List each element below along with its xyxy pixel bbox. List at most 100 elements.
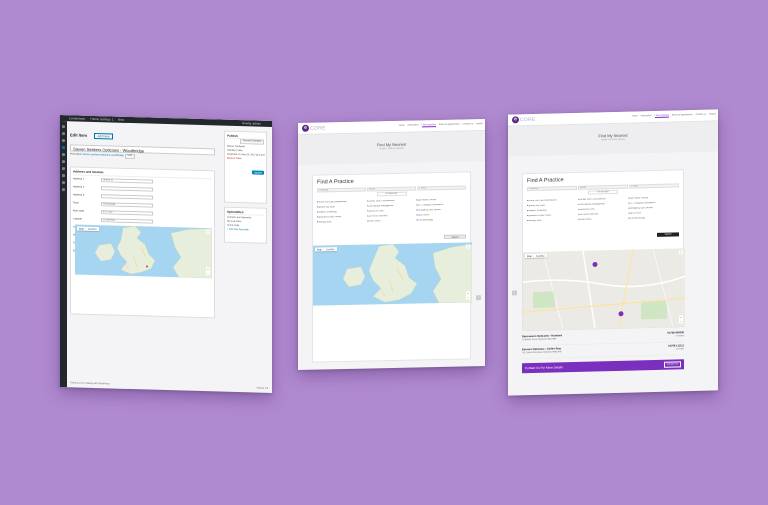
search-button[interactable]: Search	[444, 234, 466, 239]
nav-link[interactable]: Book an appointment	[672, 114, 693, 118]
service-checkbox[interactable]: Hearing Tests	[527, 219, 578, 222]
speciality-checkbox[interactable]: Home Visits	[227, 225, 264, 228]
admin-bar-site[interactable]: Londontown	[69, 116, 85, 120]
permalink-link[interactable]: steven-seekers-opticians-woodbridge	[83, 153, 124, 157]
contact-us-button[interactable]: Contact Us	[663, 361, 681, 368]
admin-bar-updates[interactable]: 1	[112, 117, 114, 121]
service-checkbox[interactable]: Hearing Tests	[317, 221, 367, 224]
admin-bar-user[interactable]: Howdy, admin	[242, 121, 261, 126]
results-map[interactable]: Map Satellite ⛶ + −	[313, 242, 472, 306]
map-tab[interactable]: Map	[315, 247, 324, 252]
map-zoom-control[interactable]: + −	[679, 315, 683, 324]
settings-icon[interactable]	[62, 188, 65, 192]
field-input[interactable]: IP12 1BE	[101, 209, 153, 216]
nav-link[interactable]: Find a practice	[421, 124, 436, 128]
service-checkbox[interactable]: Emergency Eye Service	[628, 206, 679, 210]
service-checkbox[interactable]: Eye Health Checks	[628, 196, 679, 199]
service-checkbox[interactable]: Contact Lens Consultations	[367, 199, 417, 203]
postcode-input[interactable]: Postcode	[527, 185, 577, 192]
satellite-tab[interactable]: Satellite	[85, 226, 99, 232]
nav-link[interactable]: Home	[399, 125, 405, 128]
service-checkbox[interactable]: OCT Imaging Consultation	[416, 203, 466, 207]
field-input[interactable]: Woodbridge	[101, 201, 153, 208]
posts-icon[interactable]	[62, 132, 65, 136]
nav-link[interactable]: Contact us	[696, 114, 706, 117]
service-checkbox[interactable]: Sport Vision	[416, 213, 466, 216]
pages-icon[interactable]	[62, 146, 65, 150]
service-checkbox[interactable]: Low Vision Services	[578, 213, 629, 216]
service-checkbox[interactable]: Orthokeratology	[416, 218, 466, 221]
satellite-tab[interactable]: Satellite	[533, 253, 547, 258]
result-phone[interactable]: 01708 111111	[668, 344, 684, 347]
search-button[interactable]: Search	[657, 232, 679, 237]
speciality-checkbox[interactable]: Dry Eye Clinic	[227, 221, 264, 224]
service-checkbox[interactable]: Glaucoma Clinic	[367, 209, 417, 212]
results-map[interactable]: Map Satellite ⛶ + −	[523, 248, 685, 331]
nav-link[interactable]: Information	[408, 124, 419, 127]
service-checkbox[interactable]: Child Myopia Management	[367, 204, 417, 208]
service-checkbox[interactable]: Home Visit Eye Examinations	[317, 201, 367, 204]
service-checkbox[interactable]: Sport Vision	[628, 211, 679, 214]
fullscreen-icon[interactable]: ⛶	[206, 230, 210, 235]
service-checkbox[interactable]: Visual Stress	[578, 218, 629, 221]
prev-arrow-icon[interactable]: ‹	[512, 290, 517, 296]
service-checkbox[interactable]: Diabetic Screening	[317, 211, 367, 214]
fullscreen-icon[interactable]: ⛶	[679, 250, 683, 255]
appearance-icon[interactable]	[62, 160, 65, 164]
map-tab[interactable]: Map	[525, 253, 534, 259]
site-logo[interactable]: e CORE	[512, 116, 536, 124]
plugins-icon[interactable]	[62, 167, 65, 171]
nav-link[interactable]: Search	[476, 123, 483, 126]
media-icon[interactable]	[62, 139, 65, 143]
field-input[interactable]: Station St	[101, 177, 153, 184]
postcode-input[interactable]: Postcode	[317, 187, 366, 193]
next-arrow-icon[interactable]: ›	[476, 295, 481, 301]
distance-select[interactable]: 5 miles	[417, 185, 466, 191]
comments-icon[interactable]	[62, 153, 65, 157]
service-checkbox[interactable]: Specialist Colour Vision	[317, 216, 367, 219]
service-checkbox[interactable]: Emergency Eye Service	[416, 208, 466, 211]
map-zoom-control[interactable]: + −	[466, 291, 470, 300]
update-button[interactable]: Update	[251, 170, 264, 175]
map-tab[interactable]: Map	[77, 226, 86, 231]
service-checkbox[interactable]: Low Vision Services	[367, 214, 417, 217]
speciality-checkbox[interactable]: Contact Lens Specialist	[227, 217, 264, 220]
fullscreen-icon[interactable]: ⛶	[466, 244, 470, 249]
service-checkbox[interactable]: Eye Health Checks	[416, 198, 466, 201]
zoom-out-icon[interactable]: −	[206, 271, 210, 275]
within-select[interactable]: Within	[367, 186, 416, 192]
dashboard-icon[interactable]	[62, 125, 65, 129]
site-logo[interactable]: e CORE	[302, 124, 326, 132]
nav-link[interactable]: Search	[709, 113, 716, 116]
services-dropdown[interactable]: All Services	[588, 189, 618, 195]
admin-bar-theme[interactable]: Theme settings	[90, 117, 111, 122]
result-item[interactable]: Eyecare Opticians - Collier Row 101 Coll…	[522, 344, 684, 360]
service-checkbox[interactable]: Specialist Colour Vision	[527, 214, 578, 218]
result-phone[interactable]: 01708 000000	[667, 331, 684, 334]
service-checkbox[interactable]: Home Visit Eye Examinations	[527, 199, 578, 202]
admin-bar-new[interactable]: New	[118, 118, 124, 122]
zoom-out-icon[interactable]: −	[679, 319, 683, 323]
tools-icon[interactable]	[62, 181, 65, 185]
zoom-out-icon[interactable]: −	[466, 295, 470, 299]
service-checkbox[interactable]: Visual Stress	[367, 219, 417, 222]
field-input[interactable]	[101, 185, 153, 192]
location-map[interactable]: Map Satellite ⛶ + −	[75, 224, 212, 279]
nav-link[interactable]: Contact us	[463, 123, 473, 126]
permalink-edit-button[interactable]: Edit	[124, 153, 135, 159]
add-new-button[interactable]: Add New	[94, 132, 113, 140]
map-zoom-control[interactable]: + −	[206, 267, 210, 276]
distance-select[interactable]: 5 miles	[629, 183, 679, 189]
satellite-tab[interactable]: Satellite	[323, 247, 337, 252]
services-dropdown[interactable]: All Services	[376, 191, 407, 197]
users-icon[interactable]	[62, 174, 65, 178]
service-checkbox[interactable]: Diabetic Screening	[527, 209, 578, 212]
nav-link[interactable]: Information	[641, 115, 652, 118]
add-speciality-link[interactable]: + Add New Speciality	[227, 229, 264, 232]
nav-link[interactable]: Book an appointment	[439, 124, 460, 127]
service-checkbox[interactable]: Child Myopia Management	[578, 203, 629, 206]
preview-changes-button[interactable]: Preview Changes	[239, 139, 264, 145]
field-input[interactable]	[101, 193, 153, 200]
service-checkbox[interactable]: Orthokeratology	[628, 216, 679, 219]
service-checkbox[interactable]: OCT Imaging Consultation	[628, 201, 679, 205]
